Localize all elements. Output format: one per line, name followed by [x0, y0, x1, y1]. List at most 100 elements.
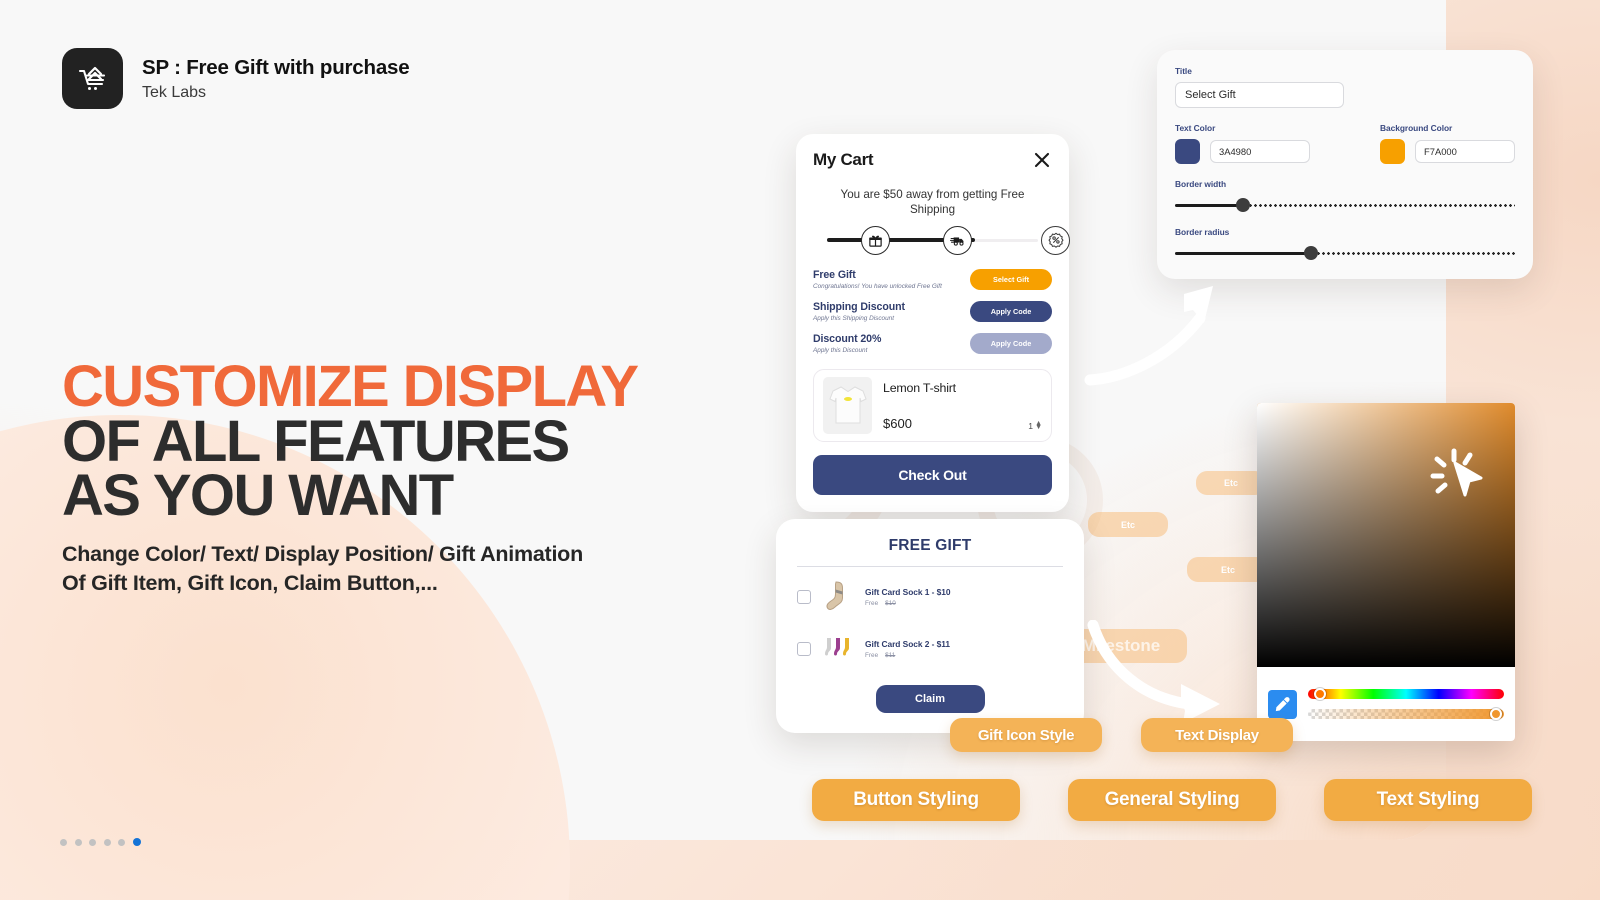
cta-text-styling[interactable]: Text Styling — [1324, 779, 1532, 821]
gift-option-text: Gift Card Sock 1 - $10 Free $10 — [865, 587, 951, 607]
sock-single-icon — [826, 581, 843, 610]
gift-old-price: $11 — [885, 652, 896, 659]
reward-subtitle: Apply this Shipping Discount — [813, 314, 894, 322]
cta-gift-icon-style[interactable]: Gift Icon Style — [950, 718, 1102, 752]
border-radius-label: Border radius — [1175, 227, 1230, 237]
reward-subtitle: Congratulations! You have unlocked Free … — [813, 282, 942, 290]
hero-subheadline: Change Color/ Text/ Display Position/ Gi… — [62, 540, 583, 598]
gift-free-label: Free — [865, 652, 879, 659]
milestone-node-gift[interactable] — [861, 225, 890, 255]
headline-line-3: AS YOU WANT — [62, 463, 454, 529]
reward-row: Discount 20% Apply this Discount Apply C… — [813, 332, 1052, 354]
cart-title: My Cart — [813, 150, 874, 169]
pagination-dot[interactable] — [89, 838, 96, 846]
text-color-swatch[interactable] — [1175, 139, 1200, 164]
reward-text: Free Gift Congratulations! You have unlo… — [813, 269, 942, 290]
pagination-dot[interactable] — [60, 838, 67, 846]
hue-slider[interactable] — [1308, 688, 1504, 700]
reward-text: Shipping Discount Apply this Shipping Di… — [813, 301, 905, 322]
milestone-node-shipping[interactable] — [943, 225, 972, 255]
value-overlay — [1257, 403, 1515, 667]
pagination-dot[interactable] — [118, 838, 125, 846]
pagination-dot[interactable] — [103, 838, 111, 846]
eyedropper-button[interactable] — [1268, 689, 1297, 719]
slider-filled-track — [1175, 252, 1311, 255]
cart-up-arrows-icon — [78, 66, 105, 90]
my-cart-card: My Cart You are $50 away from getting Fr… — [796, 134, 1070, 512]
slider-dotted-track — [1243, 204, 1515, 207]
ghost-pill-label: Etc — [1223, 478, 1238, 488]
subheadline-line-2: Of Gift Item, Gift Icon, Claim Button,..… — [62, 571, 438, 596]
reward-row: Free Gift Congratulations! You have unlo… — [813, 268, 1052, 290]
gift-option-name: Gift Card Sock 1 - $10 — [865, 587, 951, 597]
sock-trio-icon — [825, 638, 849, 656]
ghost-pill-etc-1: Etc — [1196, 471, 1266, 495]
hero-headline: CUSTOMIZE DISPLAY OF ALL FEATURES AS YOU… — [62, 354, 639, 529]
arrow-to-color-picker — [1087, 620, 1220, 723]
stepper-arrows-icon[interactable]: ▲ ▼ — [1035, 420, 1042, 431]
cta-general-styling[interactable]: General Styling — [1068, 779, 1276, 821]
background-color-swatch[interactable] — [1380, 139, 1405, 164]
border-width-knob[interactable] — [1236, 198, 1250, 212]
gift-option-checkbox[interactable] — [797, 590, 811, 604]
background-color-row: F7A000 — [1380, 139, 1515, 164]
free-gift-card: FREE GIFT Gift Card Sock 1 - $10 Free $1… — [776, 519, 1084, 733]
border-radius-knob[interactable] — [1304, 246, 1318, 260]
text-color-field: Text Color 3A4980 — [1175, 123, 1310, 164]
pagination-dot[interactable] — [74, 838, 82, 846]
hue-slider-knob[interactable] — [1313, 688, 1326, 700]
gift-option-row[interactable]: Gift Card Sock 2 - $11 Free $11 — [797, 623, 1063, 675]
border-radius-field: Border radius — [1175, 227, 1515, 260]
cart-line-item: Lemon T-shirt $600 1 ▲ ▼ — [813, 368, 1052, 442]
ghost-pill-label: Etc — [1120, 519, 1135, 530]
title-field-label: Title — [1175, 66, 1192, 76]
reward-title: Free Gift — [813, 268, 856, 281]
pagination-dot-active[interactable] — [132, 838, 141, 846]
slider-filled-track — [1175, 204, 1243, 207]
ghost-pill-label: Etc — [1220, 564, 1235, 575]
reward-title: Shipping Discount — [813, 300, 905, 313]
pagination-dots[interactable] — [60, 838, 141, 846]
claim-button[interactable]: Claim — [875, 685, 985, 713]
cta-text-display[interactable]: Text Display — [1141, 718, 1293, 752]
eyedropper-icon — [1275, 696, 1290, 711]
border-radius-slider[interactable] — [1175, 246, 1515, 260]
app-logo — [62, 48, 123, 109]
quantity-stepper[interactable]: 1 ▲ ▼ — [1028, 420, 1042, 431]
headline-line-2: OF ALL FEATURES — [62, 408, 570, 474]
headline-line-1: CUSTOMIZE DISPLAY — [62, 354, 639, 419]
text-color-input[interactable]: 3A4980 — [1210, 140, 1310, 163]
gift-option-checkbox[interactable] — [797, 642, 811, 656]
background-color-label: Background Color — [1380, 123, 1453, 133]
settings-panel: Title Select Gift Text Color 3A4980 Back… — [1157, 50, 1533, 279]
product-price-row: $600 1 ▲ ▼ — [883, 416, 1042, 431]
cta-button-styling[interactable]: Button Styling — [812, 779, 1020, 821]
product-thumbnail — [823, 376, 872, 434]
alpha-slider[interactable] — [1308, 708, 1504, 720]
reward-title: Discount 20% — [813, 332, 882, 345]
product-price: $600 — [883, 415, 912, 431]
alpha-slider-knob[interactable] — [1490, 708, 1503, 720]
ghost-pill-etc-2: Etc — [1088, 512, 1168, 537]
close-icon[interactable] — [1032, 150, 1052, 170]
background-color-input[interactable]: F7A000 — [1415, 140, 1515, 163]
cart-progress-message: You are $50 away from getting Free Shipp… — [840, 188, 1025, 217]
gift-option-name: Gift Card Sock 2 - $11 — [865, 639, 951, 649]
milestone-node-discount[interactable] — [1041, 225, 1070, 255]
border-width-slider[interactable] — [1175, 198, 1515, 212]
saturation-value-area[interactable] — [1257, 403, 1515, 667]
apply-code-button-disabled[interactable]: Apply Code — [970, 332, 1052, 354]
cart-progress-bar — [813, 224, 1070, 258]
truck-icon — [949, 237, 964, 246]
color-picker-controls — [1257, 667, 1515, 741]
slider-dotted-track — [1311, 252, 1515, 255]
subheadline-line-1: Change Color/ Text/ Display Position/ Gi… — [62, 542, 583, 566]
arrow-to-settings — [1084, 286, 1213, 386]
title-input[interactable]: Select Gift — [1175, 82, 1344, 108]
gift-option-row[interactable]: Gift Card Sock 1 - $10 Free $10 — [797, 571, 1063, 623]
select-gift-button[interactable]: Select Gift — [970, 268, 1052, 290]
product-details: Lemon T-shirt $600 1 ▲ ▼ — [883, 377, 1042, 434]
apply-code-button[interactable]: Apply Code — [970, 300, 1052, 322]
checkout-button[interactable]: Check Out — [813, 454, 1052, 495]
gift-option-price: Free $11 — [865, 652, 950, 659]
